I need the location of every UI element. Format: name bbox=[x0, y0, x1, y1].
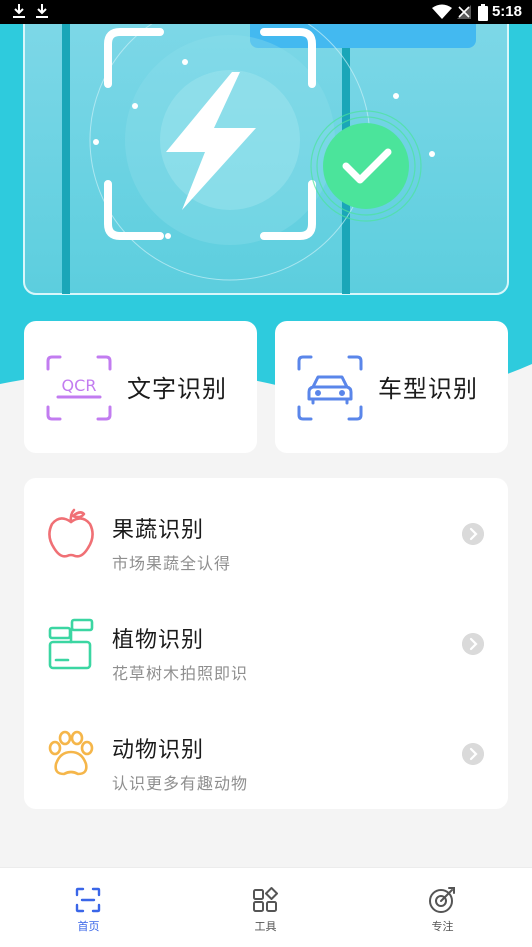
download-icon bbox=[13, 4, 25, 18]
list-item-fruit[interactable]: 果蔬识别 市场果蔬全认得 bbox=[24, 478, 508, 588]
car-scan-icon bbox=[297, 355, 363, 421]
tab-focus-label: 专注 bbox=[431, 920, 454, 933]
status-time: 5:18 bbox=[491, 3, 522, 20]
text-recognition-label: 文字识别 bbox=[127, 375, 227, 403]
list-item-subtitle: 花草树木拍照即识 bbox=[112, 664, 249, 683]
plant-pot-icon bbox=[48, 618, 94, 670]
tab-home-label: 首页 bbox=[77, 920, 100, 933]
tools-grid-icon bbox=[253, 887, 278, 912]
list-item-plant[interactable]: 植物识别 花草树木拍照即识 bbox=[24, 588, 508, 698]
tab-tools[interactable]: 工具 bbox=[177, 868, 354, 947]
target-icon bbox=[429, 887, 455, 913]
list-item-title: 果蔬识别 bbox=[112, 518, 205, 543]
chevron-right-icon bbox=[462, 523, 484, 545]
paw-icon bbox=[48, 730, 94, 776]
chevron-right-icon bbox=[462, 633, 484, 655]
tab-home[interactable]: 首页 bbox=[0, 868, 177, 947]
list-item-animal[interactable]: 动物识别 认识更多有趣动物 bbox=[24, 698, 508, 808]
list-item-title: 动物识别 bbox=[112, 738, 205, 763]
car-recognition-card[interactable]: 车型识别 bbox=[275, 321, 508, 453]
bottom-nav: 首页 工具 专注 bbox=[0, 867, 532, 947]
list-item-subtitle: 市场果蔬全认得 bbox=[112, 554, 232, 573]
no-signal-icon bbox=[457, 5, 471, 19]
car-recognition-label: 车型识别 bbox=[378, 375, 478, 403]
list-item-title: 植物识别 bbox=[112, 628, 205, 653]
text-recognition-card[interactable]: QCR 文字识别 bbox=[24, 321, 257, 453]
tab-tools-label: 工具 bbox=[254, 920, 277, 933]
chevron-right-icon bbox=[462, 743, 484, 765]
apple-icon bbox=[48, 508, 94, 558]
svg-text:QCR: QCR bbox=[62, 376, 97, 395]
recognition-list: 果蔬识别 市场果蔬全认得 植物识别 花草树木拍照即识 动物识别 认识更多有趣动物 bbox=[24, 478, 508, 809]
download-icon bbox=[36, 4, 48, 18]
status-bar: 5:18 bbox=[0, 0, 532, 24]
scan-home-icon bbox=[75, 887, 101, 913]
wifi-icon bbox=[432, 4, 452, 19]
tab-focus[interactable]: 专注 bbox=[354, 868, 531, 947]
ocr-scan-icon: QCR bbox=[46, 355, 112, 421]
list-item-subtitle: 认识更多有趣动物 bbox=[112, 774, 249, 793]
battery-icon bbox=[478, 4, 488, 21]
